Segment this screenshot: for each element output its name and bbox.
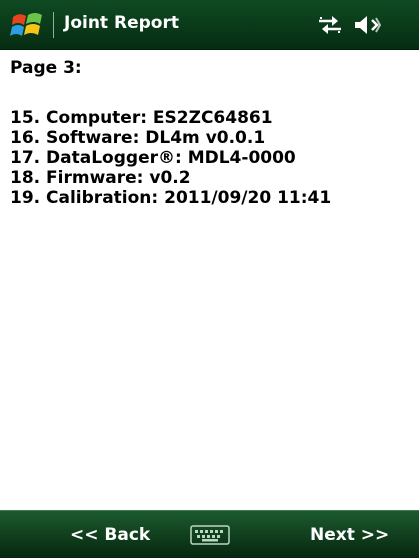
report-item-datalogger: 17. DataLogger®: MDL4-0000	[10, 148, 296, 168]
connectivity-icon[interactable]	[317, 14, 343, 36]
title-bar: Joint Report	[0, 0, 419, 50]
title-separator	[53, 12, 54, 38]
report-items-list: 15. Computer: ES2ZC64861 16. Software: D…	[10, 108, 331, 208]
report-item-software: 16. Software: DL4m v0.0.1	[10, 128, 266, 148]
page-label: Page 3:	[10, 58, 82, 78]
report-content: Page 3: 15. Computer: ES2ZC64861 16. Sof…	[0, 50, 419, 510]
report-item-firmware: 18. Firmware: v0.2	[10, 168, 191, 188]
report-item-computer: 15. Computer: ES2ZC64861	[10, 108, 273, 128]
softkey-bar: << Back Next >>	[0, 510, 419, 558]
report-item-calibration: 19. Calibration: 2011/09/20 11:41	[10, 188, 332, 208]
app-title: Joint Report	[64, 13, 179, 33]
next-button[interactable]: Next >>	[310, 525, 389, 545]
back-button[interactable]: << Back	[70, 525, 150, 545]
speaker-muted-icon[interactable]	[353, 14, 381, 36]
windows-flag-icon[interactable]	[10, 9, 44, 41]
keyboard-icon[interactable]	[190, 524, 230, 546]
